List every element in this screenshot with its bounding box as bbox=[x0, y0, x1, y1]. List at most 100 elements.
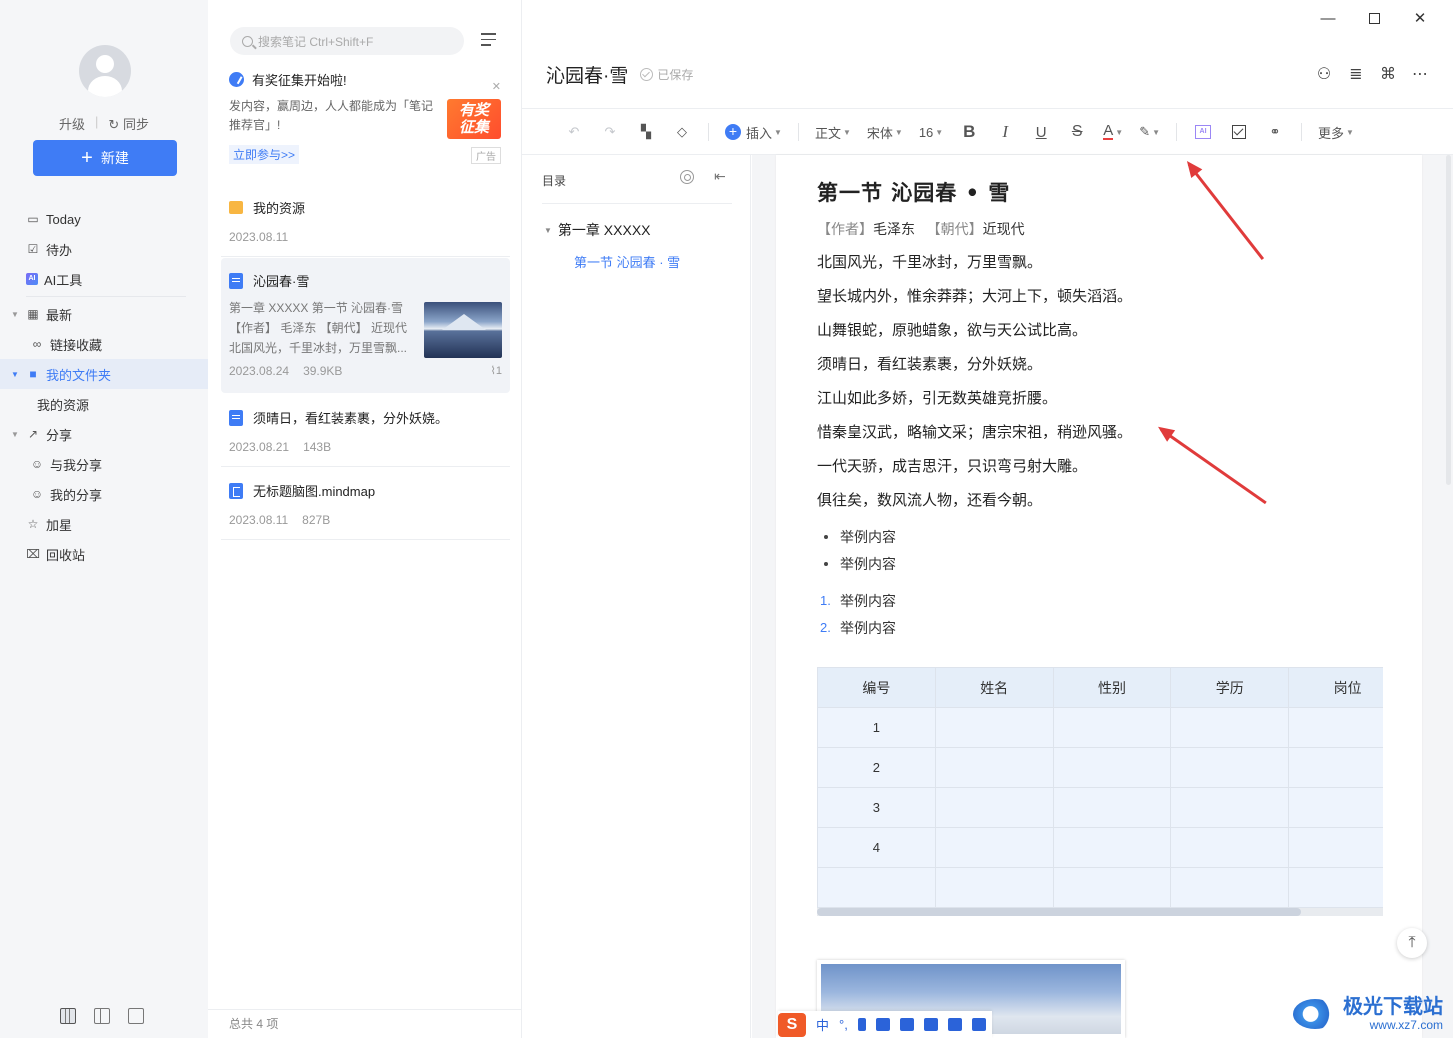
list-item[interactable]: 无标题脑图.mindmap 2023.08.11 827B bbox=[221, 481, 510, 531]
table-cell[interactable] bbox=[934, 787, 1054, 828]
table-cell[interactable] bbox=[1052, 747, 1172, 788]
document-title[interactable]: 沁园春·雪 已保存 bbox=[546, 61, 693, 88]
task-checkbox-button[interactable] bbox=[1229, 120, 1249, 144]
keyboard-icon[interactable] bbox=[875, 1018, 890, 1031]
paragraph-style-select[interactable]: 正文 ▼ bbox=[815, 120, 851, 144]
single-column-layout-icon[interactable] bbox=[128, 1008, 144, 1024]
avatar[interactable] bbox=[79, 45, 131, 97]
table-cell[interactable] bbox=[1052, 867, 1172, 908]
sync-button[interactable]: ↻ 同步 bbox=[108, 114, 149, 133]
table-cell[interactable] bbox=[934, 707, 1054, 748]
column-header[interactable]: 学历 bbox=[1170, 667, 1290, 708]
column-header[interactable]: 岗位 bbox=[1288, 667, 1383, 708]
sidebar-item-share[interactable]: ▼ ↗ 分享 bbox=[0, 419, 208, 449]
emoji-icon[interactable] bbox=[923, 1018, 938, 1031]
new-note-button[interactable]: + 新建 bbox=[33, 140, 177, 176]
sidebar-item-link-favorites[interactable]: ∞ 链接收藏 bbox=[0, 329, 208, 359]
input-method-toolbar[interactable]: S 中 °, bbox=[778, 1011, 992, 1038]
table-cell[interactable] bbox=[1288, 827, 1383, 868]
highlight-button[interactable]: ✎ ▼ bbox=[1139, 120, 1160, 144]
toolbox-icon[interactable] bbox=[947, 1018, 962, 1031]
caret-down-icon[interactable]: ▼ bbox=[544, 226, 552, 235]
table-cell[interactable] bbox=[1170, 747, 1290, 788]
sidebar-item-shared-with-me[interactable]: ☺ 与我分享 bbox=[0, 449, 208, 479]
caret-down-icon[interactable]: ▼ bbox=[11, 430, 19, 439]
link-button[interactable]: ⚭ bbox=[1265, 120, 1285, 144]
skin-icon[interactable] bbox=[899, 1018, 914, 1031]
table-cell[interactable] bbox=[934, 867, 1054, 908]
strikethrough-button[interactable]: S bbox=[1067, 120, 1087, 144]
table-cell[interactable] bbox=[1170, 827, 1290, 868]
sidebar-item-starred[interactable]: ☆ 加星 bbox=[0, 509, 208, 539]
microphone-icon[interactable] bbox=[857, 1018, 866, 1031]
column-header[interactable]: 姓名 bbox=[934, 667, 1054, 708]
table-cell[interactable]: 1 bbox=[817, 707, 936, 748]
font-color-button[interactable]: A ▼ bbox=[1103, 120, 1123, 144]
table-cell[interactable] bbox=[1288, 747, 1383, 788]
sidebar-item-trash[interactable]: ⌧ 回收站 bbox=[0, 539, 208, 569]
list-item[interactable]: 须晴日，看红装素裹，分外妖娆。 2023.08.21 143B bbox=[221, 408, 510, 458]
sidebar-item-my-shares[interactable]: ☺ 我的分享 bbox=[0, 479, 208, 509]
redo-button[interactable]: ↷ bbox=[600, 120, 620, 144]
table-cell[interactable] bbox=[1288, 867, 1383, 908]
bold-button[interactable]: B bbox=[959, 120, 979, 144]
toc-item-section[interactable]: 第一节 沁园春 · 雪 bbox=[574, 252, 680, 271]
close-icon[interactable]: ✕ bbox=[492, 80, 501, 93]
sidebar-item-recent[interactable]: ▼ ▦ 最新 bbox=[0, 299, 208, 329]
table-cell[interactable] bbox=[1052, 707, 1172, 748]
table-cell[interactable] bbox=[934, 827, 1054, 868]
sidebar-item-my-resources[interactable]: 我的资源 bbox=[0, 389, 208, 419]
more-tools-button[interactable]: 更多 ▼ bbox=[1318, 120, 1354, 144]
underline-button[interactable]: U bbox=[1031, 120, 1051, 144]
mindmap-view-icon[interactable]: ⌘ bbox=[1379, 64, 1397, 84]
document-page[interactable]: 第一节 沁园春 • 雪 【作者】毛泽东 【朝代】近现代 北国风光，千里冰封，万里… bbox=[776, 155, 1422, 1038]
list-item[interactable]: 我的资源 2023.08.11 bbox=[221, 198, 510, 248]
insert-button[interactable]: + 插入 ▼ bbox=[725, 120, 782, 144]
upgrade-link[interactable]: 升级 bbox=[59, 114, 85, 133]
font-family-select[interactable]: 宋体 ▼ bbox=[867, 120, 903, 144]
caret-down-icon[interactable]: ▼ bbox=[11, 310, 19, 319]
table-cell[interactable]: 2 bbox=[817, 747, 936, 788]
column-header[interactable]: 编号 bbox=[817, 667, 936, 708]
back-to-top-button[interactable]: ⤒ bbox=[1397, 928, 1427, 958]
table-cell[interactable] bbox=[1170, 707, 1290, 748]
two-column-layout-icon[interactable] bbox=[94, 1008, 110, 1024]
collapse-panel-icon[interactable]: ⇤ bbox=[714, 168, 726, 185]
font-size-select[interactable]: 16 ▼ bbox=[919, 120, 943, 144]
table-cell[interactable] bbox=[1288, 707, 1383, 748]
ime-language[interactable]: 中 bbox=[816, 1015, 829, 1034]
vertical-scrollbar[interactable] bbox=[1446, 155, 1451, 485]
search-input[interactable]: 搜索笔记 Ctrl+Shift+F bbox=[230, 27, 464, 55]
punctuation-icon[interactable]: °, bbox=[839, 1017, 848, 1032]
column-header[interactable]: 性别 bbox=[1052, 667, 1172, 708]
scrollbar-thumb[interactable] bbox=[817, 908, 1301, 916]
find-icon[interactable]: ≣ bbox=[1347, 64, 1365, 84]
table-cell[interactable]: 3 bbox=[817, 787, 936, 828]
table-cell[interactable] bbox=[1170, 867, 1290, 908]
table-cell[interactable] bbox=[1052, 827, 1172, 868]
minimize-button[interactable]: — bbox=[1305, 8, 1351, 28]
maximize-button[interactable] bbox=[1351, 8, 1397, 28]
sidebar-item-my-folders[interactable]: ▼ ■ 我的文件夹 bbox=[0, 359, 208, 389]
table-cell[interactable] bbox=[1052, 787, 1172, 828]
settings-icon[interactable] bbox=[971, 1018, 986, 1031]
toc-item-chapter[interactable]: ▼ 第一章 XXXXX bbox=[544, 220, 651, 240]
sort-icon[interactable] bbox=[481, 33, 496, 50]
table-cell[interactable] bbox=[934, 747, 1054, 788]
format-painter-button[interactable]: ▚ bbox=[636, 120, 656, 144]
sidebar-item-ai-tools[interactable]: AI AI工具 bbox=[0, 264, 208, 294]
table-cell[interactable] bbox=[817, 867, 936, 908]
clear-format-button[interactable]: ◇ bbox=[672, 120, 692, 144]
sidebar-item-today[interactable]: ▭ Today bbox=[0, 204, 208, 234]
list-item-selected[interactable]: 沁园春·雪 第一章 XXXXX 第一节 沁园春·雪 【作者】 毛泽东 【朝代】 … bbox=[221, 258, 510, 393]
gear-icon[interactable] bbox=[680, 170, 694, 184]
table-cell[interactable] bbox=[1288, 787, 1383, 828]
caret-down-icon[interactable]: ▼ bbox=[11, 370, 19, 379]
promo-join-link[interactable]: 立即参与>> bbox=[229, 145, 300, 164]
more-options-icon[interactable]: ⋯ bbox=[1411, 64, 1429, 84]
data-table[interactable]: 编号 姓名 性别 学历 岗位 1 2 3 4 bbox=[817, 667, 1383, 908]
share-user-icon[interactable]: ⚇ bbox=[1315, 64, 1333, 84]
table-horizontal-scrollbar[interactable] bbox=[817, 908, 1383, 916]
sidebar-item-todo[interactable]: ☑ 待办 bbox=[0, 234, 208, 264]
italic-button[interactable]: I bbox=[995, 120, 1015, 144]
